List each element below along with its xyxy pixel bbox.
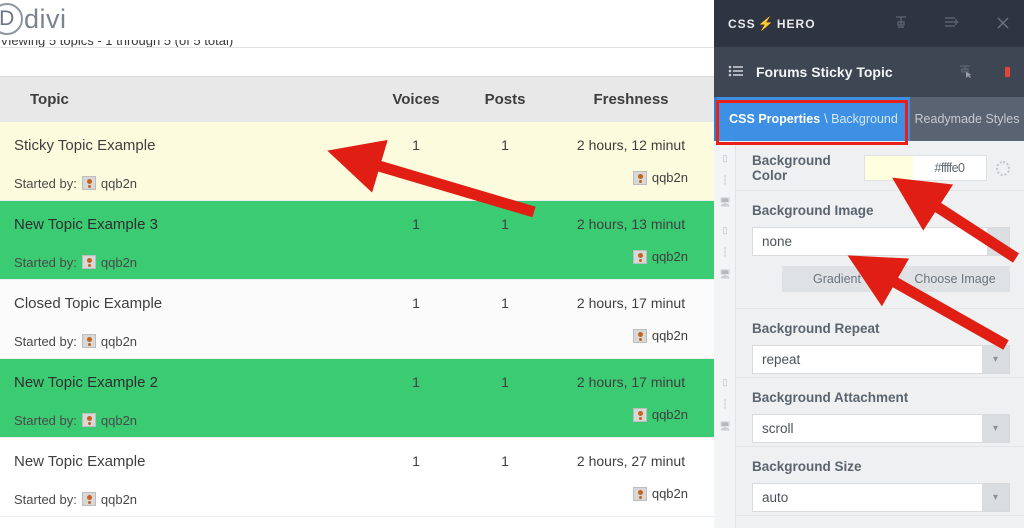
screenshot-root: D divi Viewing 5 topics - 1 through 5 (o…: [0, 0, 1024, 528]
annotation-arrows: [327, 139, 1019, 350]
annotation-highlight-box: [716, 100, 908, 145]
